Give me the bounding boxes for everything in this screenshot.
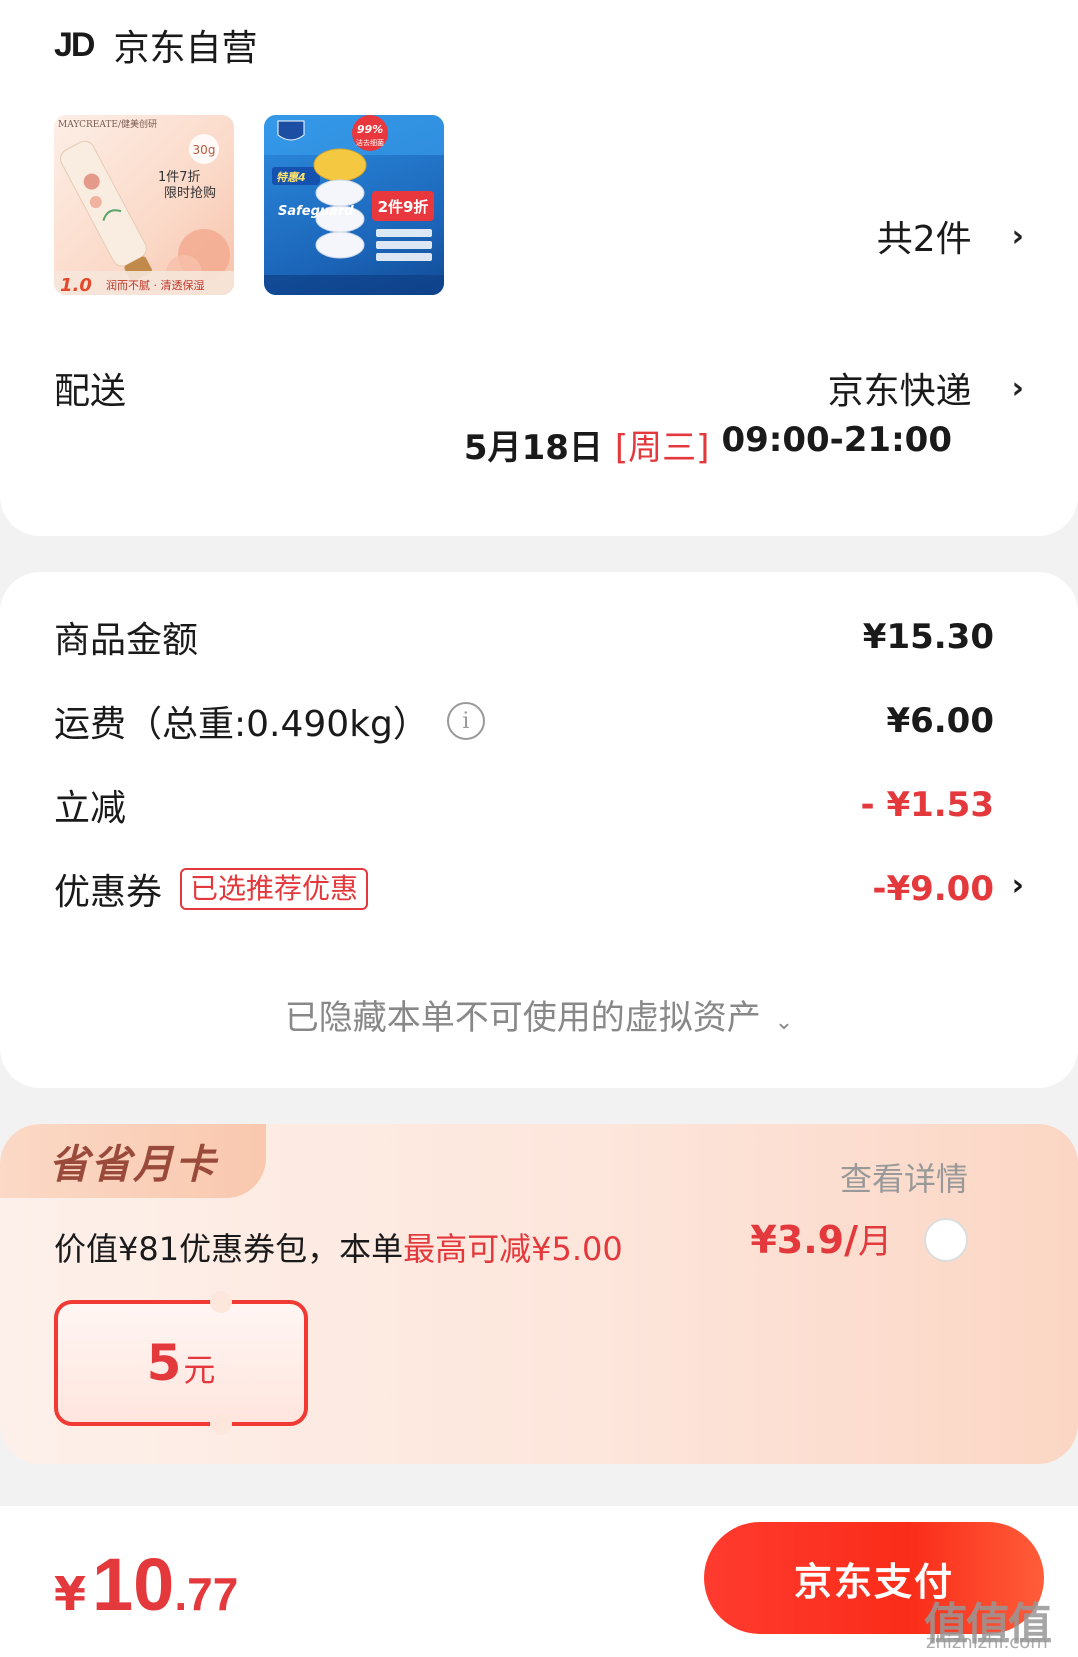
total-decimal: .77	[174, 1568, 239, 1620]
thumb1-brand: MAYCREATE/健美创研	[58, 118, 157, 130]
store-name: 京东自营	[113, 28, 258, 69]
thumb1-promo-line1: 1件7折	[158, 170, 201, 185]
total-price: ¥ 10 .77	[54, 1542, 238, 1627]
thumb2-badge-sub: 洁去细菌	[356, 138, 384, 147]
shipping-value: ¥6.00	[886, 701, 994, 741]
shipping-label: 运费（总重:0.490kg）	[54, 704, 429, 745]
checkout-bar: ¥ 10 .77 京东支付	[0, 1506, 1078, 1657]
order-card: JD 京东自营 MAYCREATE/健美创研 30g 1件7折 限时抢购 1.0…	[0, 0, 1078, 536]
promo-price-value: ¥3.9/	[750, 1218, 858, 1262]
item-count-link[interactable]: 共2件 ›	[877, 210, 1024, 262]
promo-badge: 省省月卡	[0, 1124, 266, 1198]
chevron-right-icon: ›	[1011, 218, 1024, 254]
watermark-url: zhizhizhi.com	[926, 1632, 1048, 1653]
thumb1-tagline: 润而不腻 · 清透保湿	[106, 278, 205, 292]
thumb1-weight: 30g	[193, 143, 216, 157]
thumb2-deal: 特惠4	[276, 171, 306, 184]
delivery-time[interactable]: 5月18日 [周三] 09:00-21:00	[464, 420, 952, 469]
thumb2-discount: 2件9折	[378, 198, 429, 216]
coupon-row[interactable]: 优惠券 已选推荐优惠 -¥9.00	[54, 864, 994, 914]
checkout-page: JD 京东自营 MAYCREATE/健美创研 30g 1件7折 限时抢购 1.0…	[0, 0, 1078, 1657]
total-currency: ¥	[54, 1567, 87, 1621]
promo-select-radio[interactable]	[924, 1218, 968, 1262]
promo-badge-text: 省省月卡	[49, 1141, 217, 1188]
hidden-assets-text: 已隐藏本单不可使用的虚拟资产	[284, 998, 761, 1038]
instant-discount-row: 立减 - ¥1.53	[54, 780, 994, 830]
shipping-row: 运费（总重:0.490kg） i ¥6.00	[54, 696, 994, 746]
subtotal-row: 商品金额 ¥15.30	[54, 612, 994, 662]
delivery-date: 5月18日	[463, 428, 603, 468]
coupon-tag: 已选推荐优惠	[180, 868, 369, 910]
item-count: 共2件	[876, 219, 972, 260]
voucher-unit: 元	[183, 1351, 216, 1389]
jd-logo-icon: JD	[54, 25, 95, 64]
info-icon[interactable]: i	[446, 702, 485, 740]
chevron-right-icon: ›	[1011, 370, 1024, 406]
delivery-weekday: [周三]	[614, 428, 710, 468]
subtotal-value: ¥15.30	[862, 617, 994, 657]
product-thumbnail-soap[interactable]: 99% 洁去细菌 特惠4 Safeguard 2件9折	[264, 115, 444, 295]
voucher-card: 5 元	[54, 1291, 308, 1435]
hidden-assets-toggle[interactable]: 已隐藏本单不可使用的虚拟资产 ⌄	[0, 990, 1078, 1039]
product-thumbnail-hand-cream[interactable]: MAYCREATE/健美创研 30g 1件7折 限时抢购 1.0 润而不腻 · …	[54, 115, 234, 295]
promo-description: 价值¥81优惠券包，本单最高可减¥5.00	[54, 1224, 623, 1270]
instant-discount-label: 立减	[54, 788, 127, 829]
store-header: JD 京东自营	[54, 22, 258, 70]
thumb1-price-tag: 1.0	[60, 275, 92, 295]
promo-price-unit: 月	[858, 1222, 892, 1262]
delivery-method: 京东快递	[827, 371, 972, 412]
soap-image: 99% 洁去细菌 特惠4 Safeguard 2件9折	[264, 115, 444, 295]
thumb2-badge-top: 99%	[357, 123, 383, 136]
coupon-value: -¥9.00	[872, 869, 994, 909]
chevron-right-icon[interactable]: ›	[1012, 868, 1024, 903]
promo-price: ¥3.9/月	[750, 1214, 892, 1263]
hand-cream-image: MAYCREATE/健美创研 30g 1件7折 限时抢购 1.0 润而不腻 · …	[54, 118, 234, 295]
delivery-label: 配送	[54, 371, 127, 412]
voucher-amount: 5	[146, 1334, 182, 1392]
delivery-time-range: 09:00-21:00	[721, 420, 952, 460]
total-integer: 10	[92, 1543, 175, 1626]
delivery-method-selector[interactable]: 京东快递 ›	[828, 362, 1024, 414]
subtotal-label: 商品金额	[54, 620, 199, 661]
coupon-label: 优惠券	[54, 872, 163, 913]
view-details-link[interactable]: 查看详情	[840, 1154, 968, 1200]
monthly-card-promo: 省省月卡 查看详情 价值¥81优惠券包，本单最高可减¥5.00 ¥3.9/月 5…	[0, 1124, 1078, 1464]
promo-text-prefix: 价值¥81优惠券包，本单	[54, 1230, 404, 1268]
instant-discount-value: - ¥1.53	[860, 785, 995, 825]
promo-text-highlight: 最高可减¥5.00	[403, 1230, 623, 1268]
thumb1-promo-line2: 限时抢购	[164, 185, 216, 201]
thumb2-brand: Safeguard	[278, 204, 354, 219]
chevron-down-icon: ⌄	[774, 1010, 794, 1035]
